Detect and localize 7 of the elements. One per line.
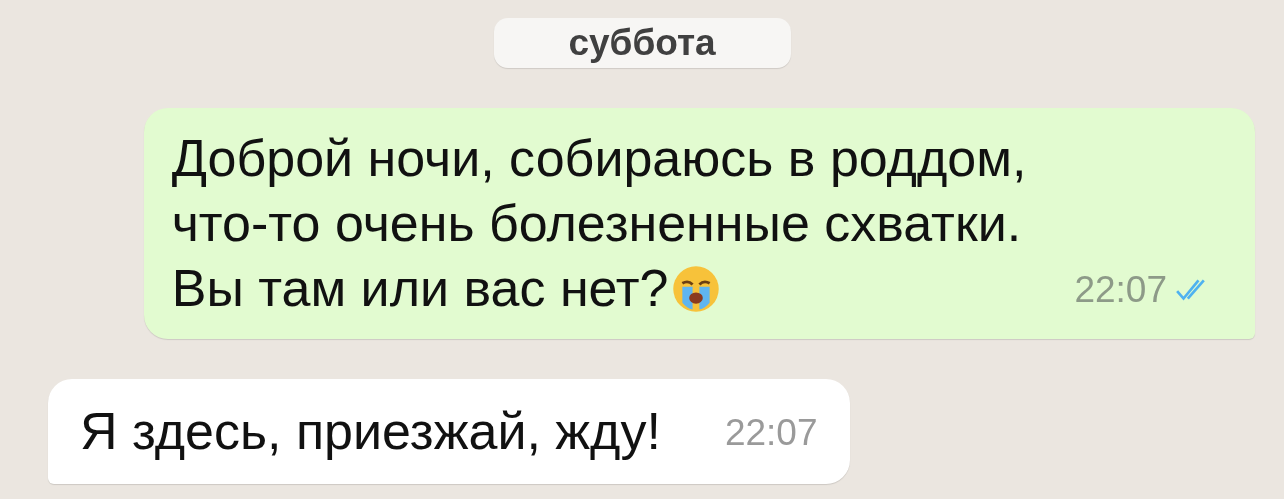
date-chip: суббота <box>493 18 791 68</box>
message-text: что-то очень болезненные схватки. <box>171 193 1022 254</box>
message-text: Доброй ночи, собираюсь в роддом, <box>171 128 1027 189</box>
message-text: Я здесь, приезжай, жду! <box>80 401 661 462</box>
message-text: Вы там или вас нет? <box>171 258 669 319</box>
message-time: 22:07 <box>724 412 818 454</box>
message-time: 22:07 <box>1074 269 1167 311</box>
